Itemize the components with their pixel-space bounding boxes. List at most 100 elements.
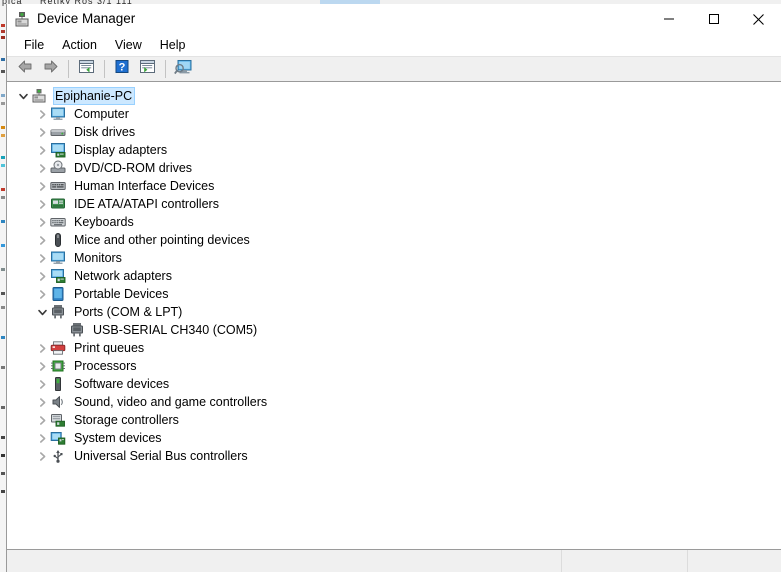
background-fleck — [1, 30, 5, 33]
background-fleck — [1, 134, 5, 137]
tree-node[interactable]: Epiphanie-PC — [7, 87, 781, 105]
menu-bar: File Action View Help — [7, 34, 781, 56]
chevron-right-icon[interactable] — [34, 285, 50, 303]
tree-node[interactable]: Display adapters — [7, 141, 781, 159]
background-fleck — [1, 70, 5, 73]
menu-item-action[interactable]: Action — [53, 35, 106, 55]
chevron-right-icon[interactable] — [34, 411, 50, 429]
chevron-down-icon[interactable] — [15, 87, 31, 105]
computer-root-icon — [31, 88, 47, 104]
chevron-right-icon[interactable] — [34, 429, 50, 447]
close-button[interactable] — [736, 4, 781, 34]
background-fleck — [1, 406, 5, 409]
ide-controller-icon — [50, 196, 66, 212]
device-tree-panel: Epiphanie-PC Computer Disk drives Display a… — [7, 82, 781, 546]
device-tree[interactable]: Epiphanie-PC Computer Disk drives Display a… — [7, 87, 781, 465]
chevron-right-icon[interactable] — [34, 195, 50, 213]
tree-node-label: Processors — [74, 359, 137, 373]
speaker-icon — [50, 394, 66, 410]
chevron-right-icon[interactable] — [34, 375, 50, 393]
tree-node[interactable]: IDE ATA/ATAPI controllers — [7, 195, 781, 213]
background-fleck — [1, 490, 5, 493]
chevron-right-icon[interactable] — [34, 357, 50, 375]
question-mark-icon: ? — [114, 59, 130, 79]
menu-item-file[interactable]: File — [15, 35, 53, 55]
tree-node[interactable]: Keyboards — [7, 213, 781, 231]
scan-hardware-changes-button[interactable] — [171, 58, 195, 80]
chevron-right-icon[interactable] — [34, 393, 50, 411]
background-fleck — [1, 156, 5, 159]
tree-node[interactable]: Mice and other pointing devices — [7, 231, 781, 249]
device-manager-icon — [13, 10, 31, 28]
chevron-right-icon[interactable] — [34, 159, 50, 177]
tree-node[interactable]: Processors — [7, 357, 781, 375]
network-adapter-icon — [50, 268, 66, 284]
chevron-right-icon[interactable] — [34, 105, 50, 123]
tree-node[interactable]: Ports (COM & LPT) — [7, 303, 781, 321]
chevron-right-icon[interactable] — [34, 141, 50, 159]
tree-node[interactable]: Disk drives — [7, 123, 781, 141]
software-device-icon — [50, 376, 66, 392]
tree-node-label: Computer — [74, 107, 129, 121]
port-icon — [50, 304, 66, 320]
background-fleck — [1, 58, 5, 61]
background-fleck — [1, 292, 5, 295]
tree-node[interactable]: DVD/CD-ROM drives — [7, 159, 781, 177]
maximize-button[interactable] — [691, 4, 736, 34]
tree-node[interactable]: Universal Serial Bus controllers — [7, 447, 781, 465]
chevron-right-icon[interactable] — [34, 123, 50, 141]
play-window-icon — [139, 59, 156, 79]
background-fleck — [1, 436, 5, 439]
chevron-right-icon[interactable] — [34, 231, 50, 249]
back-button[interactable] — [13, 58, 37, 80]
background-fleck — [1, 188, 5, 191]
portable-device-icon — [50, 286, 66, 302]
forward-button[interactable] — [38, 58, 62, 80]
toolbar-separator — [68, 60, 69, 78]
chevron-right-icon[interactable] — [34, 177, 50, 195]
window-title: Device Manager — [37, 11, 136, 26]
toolbar-separator — [165, 60, 166, 78]
tree-node[interactable]: USB-SERIAL CH340 (COM5) — [7, 321, 781, 339]
chevron-right-icon[interactable] — [34, 213, 50, 231]
monitor-icon — [50, 250, 66, 266]
background-fleck — [1, 306, 5, 309]
menu-item-help[interactable]: Help — [151, 35, 195, 55]
tree-node[interactable]: System devices — [7, 429, 781, 447]
update-driver-button[interactable] — [135, 58, 159, 80]
hid-icon — [50, 178, 66, 194]
menu-item-view[interactable]: View — [106, 35, 151, 55]
monitor-search-icon — [173, 59, 193, 80]
tree-node-label: IDE ATA/ATAPI controllers — [74, 197, 219, 211]
minimize-button[interactable] — [646, 4, 691, 34]
background-fleck — [1, 366, 5, 369]
tree-node[interactable]: Portable Devices — [7, 285, 781, 303]
tree-node-label: Mice and other pointing devices — [74, 233, 250, 247]
storage-controller-icon — [50, 412, 66, 428]
properties-icon — [78, 59, 95, 79]
tree-node[interactable]: Print queues — [7, 339, 781, 357]
keyboard-icon — [50, 214, 66, 230]
background-fleck — [1, 472, 5, 475]
tree-node[interactable]: Storage controllers — [7, 411, 781, 429]
tree-node[interactable]: Human Interface Devices — [7, 177, 781, 195]
tree-node-label: Epiphanie-PC — [53, 87, 136, 105]
tree-node[interactable]: Software devices — [7, 375, 781, 393]
title-bar: Device Manager — [7, 4, 781, 34]
tree-node[interactable]: Network adapters — [7, 267, 781, 285]
tree-node-label: Sound, video and game controllers — [74, 395, 268, 409]
background-fleck — [1, 454, 5, 457]
properties-button[interactable] — [74, 58, 98, 80]
tree-node[interactable]: Monitors — [7, 249, 781, 267]
tree-node[interactable]: Sound, video and game controllers — [7, 393, 781, 411]
chevron-right-icon[interactable] — [34, 339, 50, 357]
chevron-right-icon[interactable] — [34, 267, 50, 285]
help-button[interactable]: ? — [110, 58, 134, 80]
chevron-right-icon[interactable] — [34, 249, 50, 267]
chevron-right-icon[interactable] — [34, 447, 50, 465]
tree-node[interactable]: Computer — [7, 105, 781, 123]
status-segment-2 — [562, 550, 688, 572]
chevron-down-icon[interactable] — [34, 303, 50, 321]
status-segment-3 — [688, 550, 781, 572]
